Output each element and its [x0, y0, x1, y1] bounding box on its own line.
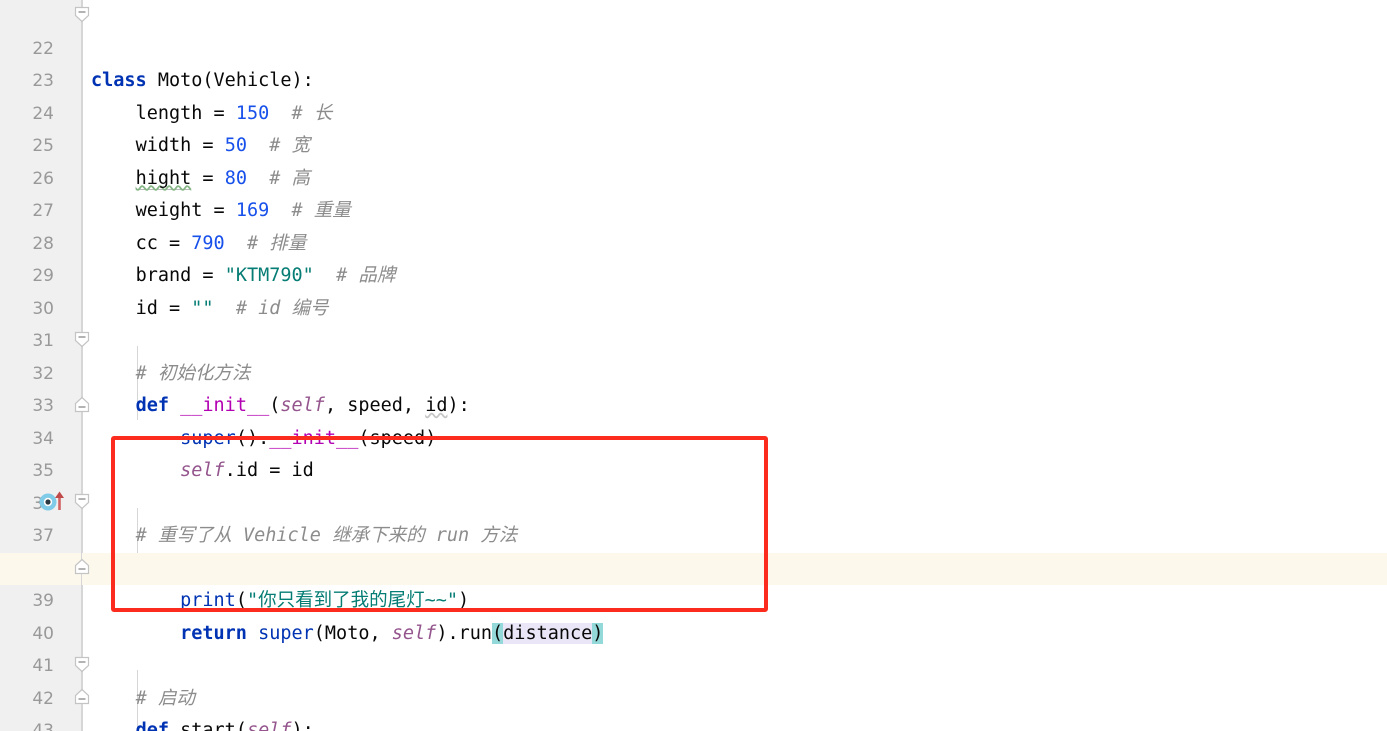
fold-marker-expanded[interactable]	[74, 6, 90, 23]
fold-region-end-icon	[74, 688, 90, 705]
code-line[interactable]: 26 weight = 169 # 重量	[0, 130, 1387, 222]
code-line[interactable]: 33 super().__init__(speed)	[0, 358, 1387, 449]
code-line[interactable]: 30	[0, 260, 1387, 319]
code-line-active[interactable]: 39 return super(Moto, self).run(distance…	[0, 552, 1387, 644]
fold-region-end-icon	[74, 558, 90, 575]
fold-marker-region-end[interactable]	[74, 558, 90, 575]
code-line[interactable]: 44	[0, 715, 1387, 731]
code-line[interactable]: 32 def __init__(self, speed, id):	[0, 325, 1387, 417]
fold-collapse-icon	[74, 493, 90, 510]
code-line[interactable]: 43 print("呜~ 哇 哇 哇 哇 哇 哇 哇 哇 哇 哇")	[0, 683, 1387, 731]
fold-marker-expanded[interactable]	[74, 493, 90, 510]
code-line[interactable]: 38 print("你只看到了我的尾灯~~")	[0, 520, 1387, 612]
code-line[interactable]: 36 # 重写了从 Vehicle 继承下来的 run 方法	[0, 455, 1387, 547]
code-line[interactable]: 35	[0, 423, 1387, 481]
fold-marker-expanded[interactable]	[74, 331, 90, 348]
code-line[interactable]: 40	[0, 585, 1387, 644]
code-line[interactable]: 42 def start(self):	[0, 650, 1387, 731]
code-line[interactable]: 28 brand = "KTM790" # 品牌	[0, 195, 1387, 287]
code-line[interactable]: 37 def run(self, distance):	[0, 488, 1387, 579]
code-line[interactable]: 31 # 初始化方法	[0, 293, 1387, 384]
code-line[interactable]: 24 width = 50 # 宽	[0, 65, 1387, 157]
fold-marker-region-end[interactable]	[74, 688, 90, 705]
code-editor[interactable]: 22 class Moto(Vehicle): 23 length = 150 …	[0, 0, 1387, 731]
code-line[interactable]: 23 length = 150 # 长	[0, 33, 1387, 124]
fold-marker-region-end[interactable]	[74, 396, 90, 413]
fold-collapse-icon	[74, 6, 90, 23]
fold-marker-expanded[interactable]	[74, 656, 90, 673]
code-line[interactable]: 29 id = "" # id 编号	[0, 228, 1387, 319]
code-line[interactable]: 41 # 启动	[0, 618, 1387, 709]
code-line[interactable]: 22 class Moto(Vehicle):	[0, 0, 1387, 92]
code-line[interactable]: 25 hight = 80 # 高	[0, 98, 1387, 190]
code-line[interactable]: 27 cc = 790 # 排量	[0, 163, 1387, 254]
fold-collapse-icon	[74, 656, 90, 673]
fold-region-end-icon	[74, 396, 90, 413]
fold-collapse-icon	[74, 331, 90, 348]
code-line[interactable]: 34 self.id = id	[0, 390, 1387, 482]
overriding-method-icon[interactable]	[38, 489, 68, 513]
overriding-method-glyph	[39, 491, 64, 511]
gutter-divider	[81, 0, 82, 731]
